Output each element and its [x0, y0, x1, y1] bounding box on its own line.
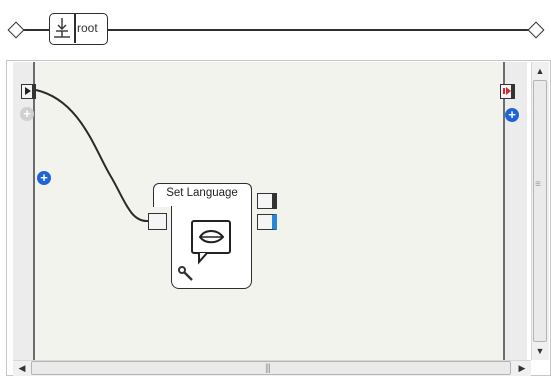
- scroll-left-icon[interactable]: ◀: [14, 360, 30, 376]
- scroll-right-icon[interactable]: ▶: [514, 360, 530, 376]
- box-input-port[interactable]: [148, 213, 167, 230]
- connection-wire[interactable]: [0, 0, 551, 383]
- box-output-port-signal[interactable]: [257, 214, 277, 230]
- box-output-port-stop[interactable]: [257, 193, 277, 209]
- horizontal-grip-icon: |||: [265, 363, 271, 374]
- scroll-down-icon[interactable]: ▼: [532, 343, 548, 359]
- speech-lips-icon: [191, 220, 231, 265]
- box-title: Set Language: [166, 187, 238, 199]
- set-language-box-body[interactable]: [171, 206, 252, 289]
- wrench-icon[interactable]: [178, 266, 194, 282]
- vertical-grip-icon: ≡: [535, 179, 541, 190]
- scroll-up-icon[interactable]: ▲: [532, 63, 548, 79]
- vertical-scroll-thumb[interactable]: [533, 80, 547, 342]
- set-language-box-header[interactable]: Set Language: [153, 183, 252, 207]
- horizontal-scroll-thumb[interactable]: [31, 361, 511, 375]
